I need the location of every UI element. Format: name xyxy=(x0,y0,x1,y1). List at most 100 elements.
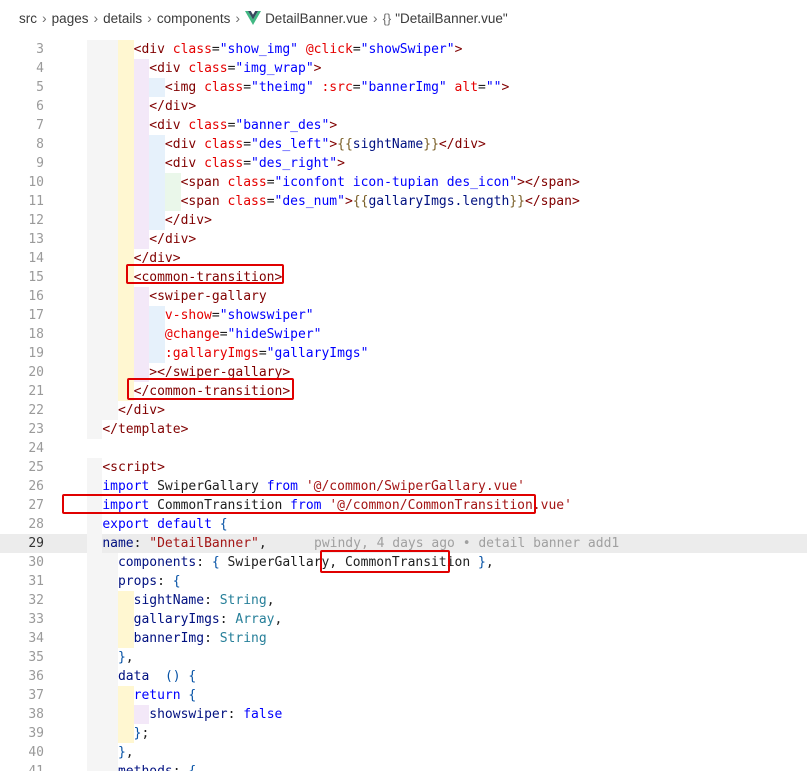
line-number: 19 xyxy=(28,346,44,361)
code-line[interactable]: 39 }; xyxy=(0,724,807,743)
code-editor-window: src › pages › details › components › Det… xyxy=(0,0,807,771)
breadcrumb-item-src[interactable]: src xyxy=(19,11,37,26)
line-code: <div class="show_img" @click="showSwiper… xyxy=(133,42,463,57)
line-code: <div class="banner_des"> xyxy=(149,118,338,133)
code-line[interactable]: 26 import SwiperGallary from '@/common/S… xyxy=(0,477,807,496)
chevron-right-icon: › xyxy=(372,10,378,26)
breadcrumb-item-file[interactable]: DetailBanner.vue xyxy=(265,11,368,26)
line-number: 34 xyxy=(28,631,44,646)
line-number: 9 xyxy=(36,156,44,171)
code-line[interactable]: 15 <common-transition> xyxy=(0,268,807,287)
code-line[interactable]: 41 methods: { xyxy=(0,762,807,771)
code-line[interactable]: 32 sightName: String, xyxy=(0,591,807,610)
code-line[interactable]: 35 }, xyxy=(0,648,807,667)
line-code: }, xyxy=(117,650,134,665)
line-code: import SwiperGallary from '@/common/Swip… xyxy=(102,479,525,494)
line-code: <script> xyxy=(102,460,165,475)
line-number: 30 xyxy=(28,555,44,570)
code-line[interactable]: 38 showswiper: false xyxy=(0,705,807,724)
code-line[interactable]: 37 return { xyxy=(0,686,807,705)
editor-text-area[interactable]: 3 <div class="show_img" @click="showSwip… xyxy=(0,36,807,771)
code-line[interactable]: 21 </common-transition> xyxy=(0,382,807,401)
line-code: </template> xyxy=(102,422,189,437)
line-number: 14 xyxy=(28,251,44,266)
line-number: 37 xyxy=(28,688,44,703)
code-line[interactable]: 5 <img class="theimg" :src="bannerImg" a… xyxy=(0,78,807,97)
code-line[interactable]: 36 data () { xyxy=(0,667,807,686)
line-number: 26 xyxy=(28,479,44,494)
code-line[interactable]: 6 </div> xyxy=(0,97,807,116)
line-code: v-show="showswiper" xyxy=(164,308,314,323)
code-line[interactable]: 22 </div> xyxy=(0,401,807,420)
breadcrumb-item-pages[interactable]: pages xyxy=(52,11,89,26)
code-line[interactable]: 23 </template> xyxy=(0,420,807,439)
line-number: 12 xyxy=(28,213,44,228)
line-code: <span class="iconfont icon-tupian des_ic… xyxy=(180,175,580,190)
line-number: 8 xyxy=(36,137,44,152)
code-line[interactable]: 19 :gallaryImgs="gallaryImgs" xyxy=(0,344,807,363)
line-code: name: "DetailBanner", xyxy=(102,536,267,551)
code-line[interactable]: 27 import CommonTransition from '@/commo… xyxy=(0,496,807,515)
code-line[interactable]: 16 <swiper-gallary xyxy=(0,287,807,306)
line-number: 36 xyxy=(28,669,44,684)
line-code: <img class="theimg" :src="bannerImg" alt… xyxy=(164,80,510,95)
line-code: </div> xyxy=(164,213,212,228)
code-line[interactable]: 9 <div class="des_right"> xyxy=(0,154,807,173)
line-number: 18 xyxy=(28,327,44,342)
git-blame-annotation: pwindy, 4 days ago • detail banner add1 xyxy=(314,536,620,551)
line-code: gallaryImgs: Array, xyxy=(133,612,283,627)
line-number: 3 xyxy=(36,42,44,57)
line-number: 6 xyxy=(36,99,44,114)
code-line[interactable]: 14 </div> xyxy=(0,249,807,268)
line-code: methods: { xyxy=(71,762,196,771)
chevron-right-icon: › xyxy=(93,10,99,26)
line-code: data () { xyxy=(117,669,197,684)
code-line[interactable]: 34 bannerImg: String xyxy=(0,629,807,648)
code-line[interactable]: 40 }, xyxy=(0,743,807,762)
code-line[interactable]: 24 xyxy=(0,439,807,458)
line-number: 39 xyxy=(28,726,44,741)
code-line[interactable]: 10 <span class="iconfont icon-tupian des… xyxy=(0,173,807,192)
code-line[interactable]: 18 @change="hideSwiper" xyxy=(0,325,807,344)
line-code: <span class="des_num">{{gallaryImgs.leng… xyxy=(180,194,580,209)
code-line[interactable]: 20 ></swiper-gallary> xyxy=(0,363,807,382)
breadcrumb-item-components[interactable]: components xyxy=(157,11,231,26)
line-number: 27 xyxy=(28,498,44,513)
line-code: props: { xyxy=(117,574,181,589)
line-number: 20 xyxy=(28,365,44,380)
line-code: sightName: String, xyxy=(133,593,275,608)
line-code: }, xyxy=(117,745,134,760)
line-number: 22 xyxy=(28,403,44,418)
line-code: import CommonTransition from '@/common/C… xyxy=(102,498,572,513)
code-line[interactable]: 30 components: { SwiperGallary, CommonTr… xyxy=(0,553,807,572)
breadcrumb-item-symbol[interactable]: "DetailBanner.vue" xyxy=(395,11,507,26)
line-code: ></swiper-gallary> xyxy=(149,365,291,380)
code-line[interactable]: 12 </div> xyxy=(0,211,807,230)
line-number: 13 xyxy=(28,232,44,247)
code-line[interactable]: 7 <div class="banner_des"> xyxy=(0,116,807,135)
line-number: 29 xyxy=(28,536,44,551)
code-line[interactable]: 3 <div class="show_img" @click="showSwip… xyxy=(0,40,807,59)
line-number: 5 xyxy=(36,80,44,95)
code-line[interactable]: 11 <span class="des_num">{{gallaryImgs.l… xyxy=(0,192,807,211)
line-code: </div> xyxy=(149,99,197,114)
code-line[interactable]: 25 <script> xyxy=(0,458,807,477)
line-number: 41 xyxy=(0,762,44,771)
code-line[interactable]: 8 <div class="des_left">{{sightName}}</d… xyxy=(0,135,807,154)
code-line[interactable]: 13 </div> xyxy=(0,230,807,249)
line-number: 16 xyxy=(28,289,44,304)
code-line[interactable]: 17 v-show="showswiper" xyxy=(0,306,807,325)
breadcrumb: src › pages › details › components › Det… xyxy=(0,0,807,36)
code-line[interactable]: 33 gallaryImgs: Array, xyxy=(0,610,807,629)
breadcrumb-item-details[interactable]: details xyxy=(103,11,142,26)
line-code: <swiper-gallary xyxy=(149,289,267,304)
line-number: 24 xyxy=(28,441,44,456)
code-line[interactable]: 4 <div class="img_wrap"> xyxy=(0,59,807,78)
code-line[interactable]: 31 props: { xyxy=(0,572,807,591)
line-number: 7 xyxy=(36,118,44,133)
code-line[interactable]: 28 export default { xyxy=(0,515,807,534)
line-code: </div> xyxy=(133,251,181,266)
line-code: return { xyxy=(133,688,197,703)
code-line[interactable]: 29 name: "DetailBanner", pwindy, 4 days a… xyxy=(0,534,807,553)
line-number: 10 xyxy=(28,175,44,190)
